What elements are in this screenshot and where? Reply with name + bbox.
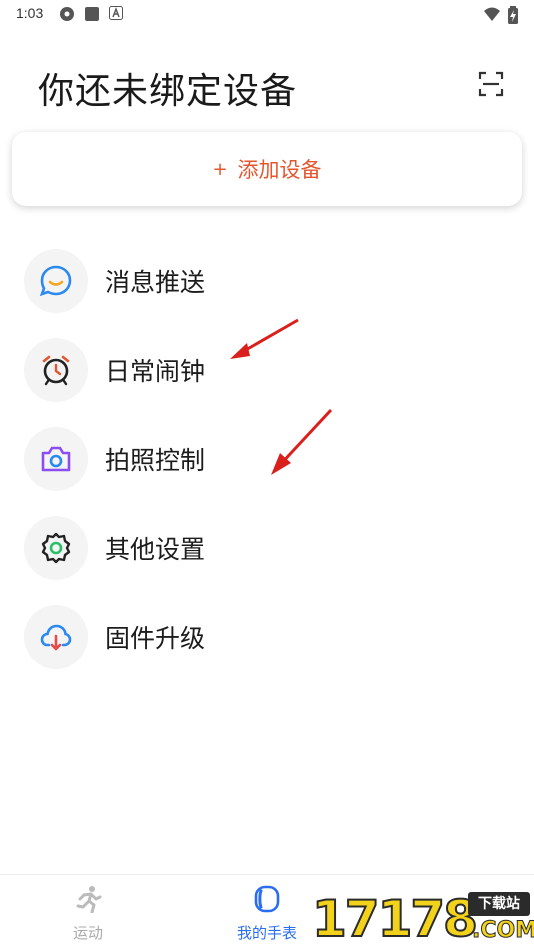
tab-label: 我的手表: [236, 924, 297, 942]
scan-icon[interactable]: [478, 71, 504, 97]
alarm-clock-icon: [42, 355, 70, 386]
menu-label: 拍照控制: [105, 446, 206, 475]
menu-label: 日常闹钟: [105, 357, 206, 386]
running-icon: [76, 886, 102, 913]
menu-item-other-settings[interactable]: 其他设置: [24, 516, 504, 580]
tab-label: 运动: [72, 924, 103, 942]
menu-icon-wrap: [24, 427, 88, 491]
menu-item-camera-control[interactable]: 拍照控制: [24, 427, 504, 491]
status-time: 1:03: [16, 5, 44, 21]
menu-label: 其他设置: [105, 535, 206, 564]
menu-icon-wrap: [24, 516, 88, 580]
a-app-icon: [109, 6, 123, 20]
menu-item-firmware-upgrade[interactable]: 固件升级: [24, 605, 504, 669]
menu-icon-wrap: [24, 249, 88, 313]
tab-sport[interactable]: 运动: [28, 875, 148, 950]
cloud-download-icon: [40, 624, 72, 651]
plus-icon: +: [212, 158, 228, 180]
status-bar: 1:03: [0, 0, 534, 28]
watermark-suffix: .COM: [471, 918, 534, 944]
menu-icon-wrap: [24, 338, 88, 402]
watermark-logo: 17178 下载站 .COM: [311, 888, 534, 950]
settings-app-icon: [60, 7, 74, 21]
menu-label: 消息推送: [105, 268, 206, 297]
watermark-badge: 下载站: [468, 892, 530, 916]
menu-label: 固件升级: [105, 624, 206, 653]
menu-icon-wrap: [24, 605, 88, 669]
battery-charging-icon: [508, 6, 518, 24]
menu-item-message-push[interactable]: 消息推送: [24, 249, 504, 313]
gear-icon: [41, 532, 71, 564]
watch-icon: [254, 885, 280, 913]
page-title: 你还未绑定设备: [38, 71, 298, 112]
annotation-arrow: [271, 408, 333, 475]
wifi-icon: [484, 7, 500, 21]
camera-icon: [41, 446, 71, 472]
add-device-button[interactable]: + 添加设备: [12, 132, 522, 206]
tab-my-watch[interactable]: 我的手表: [207, 875, 327, 950]
add-device-label: 添加设备: [237, 158, 322, 182]
message-icon: [39, 265, 72, 297]
annotation-arrow: [230, 318, 299, 359]
square-app-icon: [85, 7, 99, 21]
watermark-digits: 17178: [311, 889, 479, 949]
